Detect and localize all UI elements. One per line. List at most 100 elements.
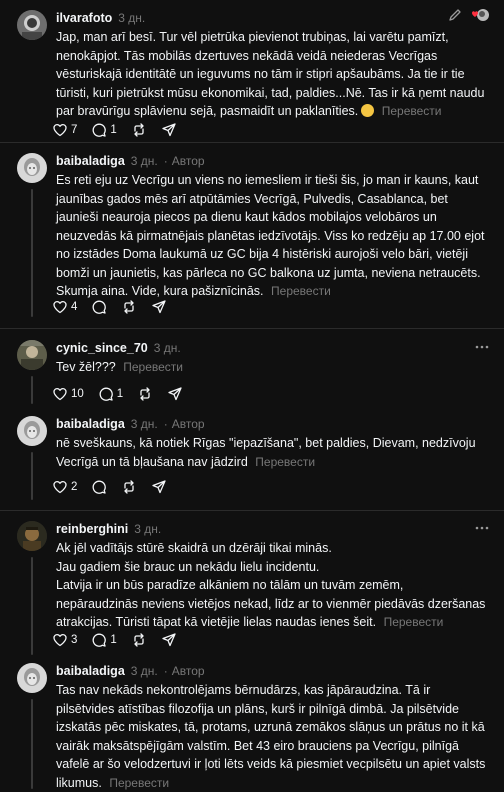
translate-link[interactable]: Перевести: [382, 104, 442, 118]
share-button[interactable]: [167, 386, 183, 402]
translate-link[interactable]: Перевести: [255, 455, 315, 469]
timestamp[interactable]: 3 дн.: [131, 417, 158, 431]
action-bar: 3 1: [52, 630, 191, 650]
divider: [0, 142, 504, 143]
action-bar: 10 1: [52, 384, 197, 404]
comment-text: Tas nav nekāds nekontrolējams bērnudārzs…: [56, 683, 486, 790]
thread-line: [31, 557, 33, 655]
avatar[interactable]: [17, 10, 47, 40]
comment-post: ilvarafoto 3 дн. Jap, man arī besī. Tur …: [0, 8, 504, 138]
thread-line: [31, 699, 33, 789]
like-count: 2: [71, 481, 78, 493]
heart-icon: [53, 123, 67, 137]
like-count: 10: [71, 388, 84, 400]
timestamp[interactable]: 3 дн.: [131, 664, 158, 678]
reply-button[interactable]: [91, 479, 107, 495]
like-button[interactable]: 4: [52, 299, 77, 315]
share-button[interactable]: [151, 479, 167, 495]
heart-icon: [53, 387, 67, 401]
divider: [0, 328, 504, 329]
avatar[interactable]: [17, 663, 47, 693]
more-icon[interactable]: [474, 521, 490, 535]
comment-icon: [93, 123, 107, 137]
comment-post: baibaladiga 3 дн. Автор nē sveškauns, kā…: [0, 414, 504, 504]
reply-button[interactable]: 1: [91, 122, 117, 138]
reply-count: 1: [110, 124, 117, 136]
avatar[interactable]: [17, 521, 47, 551]
share-icon: [162, 633, 176, 647]
translate-link[interactable]: Перевести: [109, 776, 169, 790]
divider: [0, 510, 504, 511]
comment-text: nē sveškauns, kā notiek Rīgas "iepazīšan…: [56, 436, 476, 469]
comment-post: baibaladiga 3 дн. Автор Es reti eju uz V…: [0, 151, 504, 321]
username[interactable]: reinberghini: [56, 522, 128, 536]
heart-icon: [53, 633, 67, 647]
like-count: 7: [71, 124, 78, 136]
comment-icon: [93, 480, 107, 494]
like-button[interactable]: 2: [52, 479, 77, 495]
thread-line: [31, 452, 33, 500]
comment-icon: [93, 633, 107, 647]
more-icon[interactable]: [474, 340, 490, 354]
author-badge: Автор: [164, 417, 205, 431]
translate-link[interactable]: Перевести: [123, 360, 183, 374]
comment-text: Tev žēl??? Перевести: [56, 360, 184, 374]
username[interactable]: baibaladiga: [56, 417, 125, 431]
avatar[interactable]: [17, 416, 47, 446]
share-icon: [152, 300, 167, 314]
comment-post: baibaladiga 3 дн. Автор Tas nav nekāds n…: [0, 661, 504, 790]
reply-button[interactable]: 1: [98, 386, 123, 402]
repost-icon: [124, 480, 135, 494]
repost-icon: [134, 123, 144, 137]
action-bar: 2: [52, 477, 181, 497]
timestamp[interactable]: 3 дн.: [118, 11, 145, 25]
translate-link[interactable]: Перевести: [271, 284, 331, 298]
emoji-icon: [361, 104, 375, 117]
repost-icon: [134, 633, 144, 647]
comment-post: reinberghini 3 дн. Ak jēl vadītājs stūrē…: [0, 519, 504, 659]
action-bar: 4: [52, 297, 181, 317]
timestamp[interactable]: 3 дн.: [134, 522, 161, 536]
reply-count: 1: [110, 634, 117, 646]
share-button[interactable]: [151, 299, 167, 315]
avatar[interactable]: [17, 153, 47, 183]
username[interactable]: baibaladiga: [56, 664, 125, 678]
username[interactable]: cynic_since_70: [56, 341, 148, 355]
timestamp[interactable]: 3 дн.: [154, 341, 181, 355]
share-icon: [162, 123, 176, 137]
share-icon: [152, 480, 167, 494]
like-button[interactable]: 10: [52, 386, 84, 402]
thread-line: [31, 189, 33, 317]
reply-count: 1: [116, 388, 124, 400]
heart-icon: [53, 480, 67, 494]
repost-icon: [140, 387, 150, 401]
avatar[interactable]: [17, 340, 47, 370]
author-badge: Автор: [164, 664, 205, 678]
username[interactable]: ilvarafoto: [56, 11, 112, 25]
comment-text: Jap, man arī besī. Tur vēl pietrūka piev…: [56, 30, 485, 118]
repost-button[interactable]: [121, 299, 137, 315]
like-button[interactable]: 7: [52, 122, 77, 138]
action-bar: 7 1: [52, 120, 191, 140]
comment-icon: [93, 300, 107, 314]
reply-button[interactable]: [91, 299, 107, 315]
timestamp[interactable]: 3 дн.: [131, 154, 158, 168]
share-icon: [168, 387, 182, 401]
translate-link[interactable]: Перевести: [384, 615, 444, 629]
like-count: 3: [71, 634, 78, 646]
like-button[interactable]: 3: [52, 632, 77, 648]
like-count: 4: [71, 301, 78, 313]
repost-button[interactable]: [131, 632, 147, 648]
share-button[interactable]: [161, 122, 177, 138]
repost-button[interactable]: [121, 479, 137, 495]
username[interactable]: baibaladiga: [56, 154, 125, 168]
author-badge: Автор: [164, 154, 205, 168]
thread-line: [31, 376, 33, 404]
comment-text: Ak jēl vadītājs stūrē skaidrā un dzērāji…: [56, 541, 486, 629]
repost-button[interactable]: [131, 122, 147, 138]
repost-button[interactable]: [137, 386, 153, 402]
reply-button[interactable]: 1: [91, 632, 117, 648]
repost-icon: [124, 300, 135, 314]
share-button[interactable]: [161, 632, 177, 648]
comment-icon: [99, 387, 113, 401]
